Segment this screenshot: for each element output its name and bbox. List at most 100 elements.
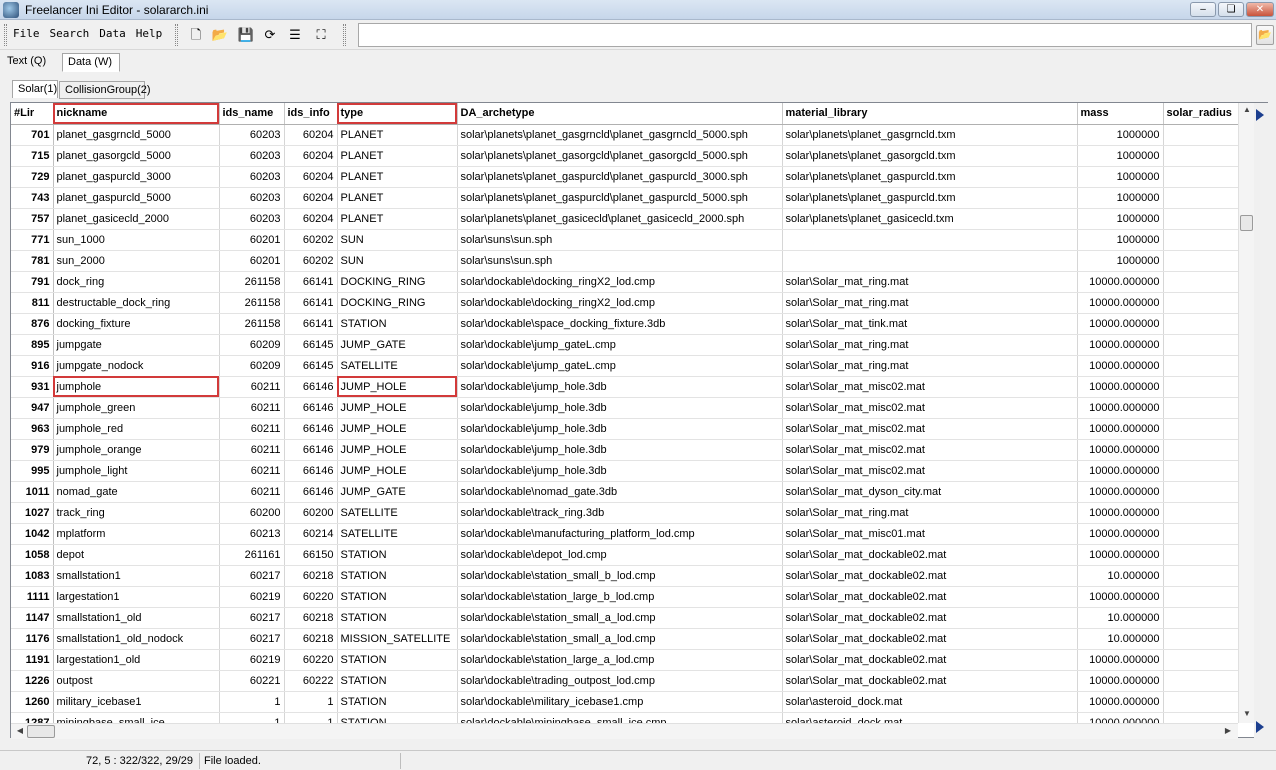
cell-type[interactable]: JUMP_HOLE <box>337 418 458 440</box>
table-row[interactable]: 1042 mplatform 60213 60214 SATELLITE solar\do… <box>11 523 1238 545</box>
scroll-left-icon[interactable]: ◀ <box>13 726 27 735</box>
cell-ids-name[interactable]: 60203 <box>219 208 285 230</box>
cell-line[interactable]: 715 <box>11 145 54 167</box>
cell-type[interactable]: STATION <box>337 544 458 566</box>
cell-ids-name[interactable]: 60201 <box>219 229 285 251</box>
cell-line[interactable]: 1011 <box>11 481 54 503</box>
cell-ids-name[interactable]: 60203 <box>219 124 285 146</box>
cell-type[interactable]: STATION <box>337 712 458 723</box>
cell-mass[interactable]: 10000.000000 <box>1077 544 1164 566</box>
cell-nickname[interactable]: miningbase_small_ice <box>53 712 220 723</box>
cell-ids-info[interactable]: 60222 <box>284 670 338 692</box>
table-row[interactable]: 895 jumpgate 60209 66145 JUMP_GATE solar\dock… <box>11 334 1238 356</box>
cell-mass[interactable]: 10000.000000 <box>1077 460 1164 482</box>
col-header-material-library[interactable]: material_library <box>782 103 1078 125</box>
tab-collisiongroup[interactable]: CollisionGroup(2) <box>59 81 151 99</box>
cell-type[interactable]: STATION <box>337 607 458 629</box>
cell-type[interactable]: STATION <box>337 586 458 608</box>
cell-mass[interactable]: 10000.000000 <box>1077 649 1164 671</box>
cell-da-archetype[interactable]: solar\dockable\space_docking_fixture.3db <box>457 313 783 335</box>
cell-line[interactable]: 1176 <box>11 628 54 650</box>
cell-nickname[interactable]: planet_gasorgcld_5000 <box>53 145 220 167</box>
cell-mass[interactable]: 1000000 <box>1077 208 1164 230</box>
cell-line[interactable]: 757 <box>11 208 54 230</box>
cell-mass[interactable]: 10.000000 <box>1077 628 1164 650</box>
cell-ids-name[interactable]: 60209 <box>219 355 285 377</box>
cell-nickname[interactable]: planet_gasgrncld_5000 <box>53 124 220 146</box>
cell-ids-name[interactable]: 60217 <box>219 607 285 629</box>
cell-material-library[interactable]: solar\planets\planet_gasicecld.txm <box>782 208 1078 230</box>
cell-material-library[interactable]: solar\Solar_mat_dockable02.mat <box>782 649 1078 671</box>
cell-ids-name[interactable]: 60203 <box>219 145 285 167</box>
cell-line[interactable]: 916 <box>11 355 54 377</box>
cell-nickname[interactable]: track_ring <box>53 502 220 524</box>
cell-ids-name[interactable]: 60211 <box>219 481 285 503</box>
cell-line[interactable]: 1147 <box>11 607 54 629</box>
col-header-nickname[interactable]: nickname <box>53 103 220 125</box>
table-row[interactable]: 1083 smallstation1 60217 60218 STATION solar\… <box>11 565 1238 587</box>
cell-type[interactable]: JUMP_HOLE <box>337 397 458 419</box>
cell-solar-radius[interactable]: 600 <box>1163 292 1238 314</box>
cell-material-library[interactable]: solar\planets\planet_gaspurcld.txm <box>782 166 1078 188</box>
cell-type[interactable]: PLANET <box>337 208 458 230</box>
cell-line[interactable]: 743 <box>11 187 54 209</box>
cell-type[interactable]: PLANET <box>337 166 458 188</box>
cell-solar-radius[interactable]: 2000 <box>1163 208 1238 230</box>
cell-material-library[interactable]: solar\planets\planet_gasorgcld.txm <box>782 145 1078 167</box>
refresh-icon[interactable]: ⟳ <box>261 26 279 44</box>
cell-ids-info[interactable]: 60202 <box>284 250 338 272</box>
cell-da-archetype[interactable]: solar\planets\planet_gaspurcld\planet_ga… <box>457 166 783 188</box>
table-row[interactable]: 715 planet_gasorgcld_5000 60203 60204 PLANET… <box>11 145 1238 167</box>
cell-mass[interactable]: 1000000 <box>1077 166 1164 188</box>
scroll-down-icon[interactable]: ▼ <box>1240 709 1254 718</box>
open-file-button[interactable]: 📂 <box>1256 25 1274 45</box>
cell-type[interactable]: SATELLITE <box>337 502 458 524</box>
cell-solar-radius[interactable]: 600 <box>1163 439 1238 461</box>
cell-nickname[interactable]: smallstation1_old <box>53 607 220 629</box>
table-row[interactable]: 771 sun_1000 60201 60202 SUN solar\suns\sun.s… <box>11 229 1238 251</box>
cell-line[interactable]: 931 <box>11 376 54 398</box>
col-header-type[interactable]: type <box>337 103 458 125</box>
cell-line[interactable]: 1111 <box>11 586 54 608</box>
cell-da-archetype[interactable]: solar\dockable\jump_hole.3db <box>457 418 783 440</box>
cell-nickname[interactable]: jumphole_green <box>53 397 220 419</box>
cell-ids-name[interactable]: 60200 <box>219 502 285 524</box>
cell-nickname[interactable]: smallstation1 <box>53 565 220 587</box>
cell-nickname[interactable]: jumphole <box>53 376 220 398</box>
cell-ids-info[interactable]: 60214 <box>284 523 338 545</box>
cell-line[interactable]: 1287 <box>11 712 54 723</box>
table-row[interactable]: 947 jumphole_green 60211 66146 JUMP_HOLE sola… <box>11 397 1238 419</box>
cell-nickname[interactable]: mplatform <box>53 523 220 545</box>
cell-ids-name[interactable]: 60221 <box>219 670 285 692</box>
cell-ids-name[interactable]: 60219 <box>219 586 285 608</box>
cell-ids-info[interactable]: 60200 <box>284 502 338 524</box>
cell-ids-name[interactable]: 1 <box>219 712 285 723</box>
table-row[interactable]: 791 dock_ring 261158 66141 DOCKING_RING solar… <box>11 271 1238 293</box>
next-arrow-icon[interactable] <box>1256 721 1264 733</box>
col-header-ids-name[interactable]: ids_name <box>219 103 285 125</box>
cell-line[interactable]: 963 <box>11 418 54 440</box>
cell-type[interactable]: STATION <box>337 565 458 587</box>
cell-type[interactable]: JUMP_GATE <box>337 481 458 503</box>
cell-nickname[interactable]: sun_2000 <box>53 250 220 272</box>
cell-type[interactable]: JUMP_HOLE <box>337 460 458 482</box>
cell-ids-info[interactable]: 66146 <box>284 397 338 419</box>
cell-material-library[interactable]: solar\Solar_mat_ring.mat <box>782 502 1078 524</box>
cell-mass[interactable]: 10000.000000 <box>1077 439 1164 461</box>
cell-line[interactable]: 1226 <box>11 670 54 692</box>
cell-ids-info[interactable]: 66141 <box>284 313 338 335</box>
tab-data[interactable]: Data (W) <box>62 53 120 72</box>
cell-ids-name[interactable]: 261158 <box>219 271 285 293</box>
cell-da-archetype[interactable]: solar\dockable\jump_hole.3db <box>457 397 783 419</box>
cell-nickname[interactable]: depot <box>53 544 220 566</box>
cell-type[interactable]: PLANET <box>337 187 458 209</box>
cell-nickname[interactable]: jumpgate <box>53 334 220 356</box>
cell-line[interactable]: 895 <box>11 334 54 356</box>
cell-da-archetype[interactable]: solar\dockable\station_large_a_lod.cmp <box>457 649 783 671</box>
col-header-line[interactable]: #Lir <box>11 103 54 125</box>
cell-ids-info[interactable]: 60218 <box>284 607 338 629</box>
cell-line[interactable]: 1027 <box>11 502 54 524</box>
save-icon[interactable]: 💾 <box>237 26 255 44</box>
cell-solar-radius[interactable]: 600 <box>1163 670 1238 692</box>
cell-material-library[interactable]: solar\Solar_mat_dockable02.mat <box>782 544 1078 566</box>
